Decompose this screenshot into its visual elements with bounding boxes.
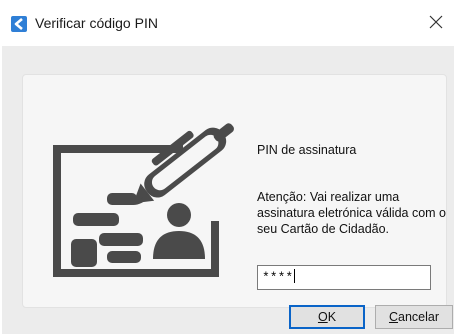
cancel-button-label: ancelar	[398, 310, 440, 324]
content-panel: PIN de assinatura Atenção: Vai realizar …	[22, 74, 453, 329]
dialog-body: PIN de assinatura Atenção: Vai realizar …	[2, 46, 454, 334]
close-button[interactable]	[416, 2, 456, 42]
ok-button-label: K	[327, 310, 337, 324]
ok-button-mnemonic: O	[317, 310, 328, 324]
id-card-signature-icon	[53, 123, 234, 277]
pin-input[interactable]: ****	[257, 265, 431, 290]
ok-button[interactable]: OK	[289, 305, 365, 329]
warning-text: Atenção: Vai realizar uma assinatura ele…	[257, 190, 446, 236]
title-bar: Verificar código PIN	[0, 0, 456, 46]
cancel-button[interactable]: Cancelar	[375, 305, 453, 329]
app-logo-icon	[11, 16, 27, 32]
pin-label: PIN de assinatura	[257, 143, 357, 157]
pin-input-value: ****	[262, 270, 294, 285]
text-caret	[294, 269, 296, 283]
close-icon	[429, 15, 443, 29]
window-title: Verificar código PIN	[35, 15, 158, 31]
cancel-button-mnemonic: C	[388, 310, 399, 324]
